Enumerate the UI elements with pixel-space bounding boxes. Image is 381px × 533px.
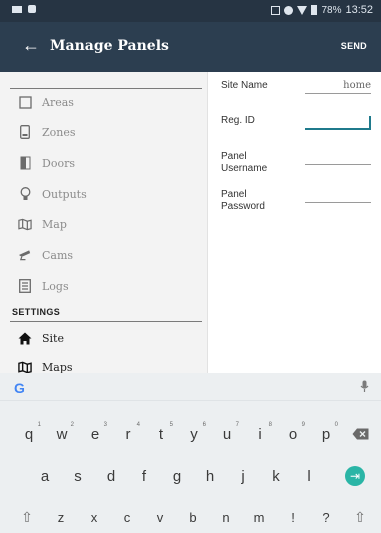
key-z[interactable]: z — [46, 504, 76, 530]
soft-keyboard: G q1 w2 e3 r4 t5 y6 u7 i8 o9 p0 a s d f … — [0, 373, 381, 533]
sidebar-item-label: Logs — [42, 279, 69, 293]
list-icon — [18, 279, 32, 293]
status-bar: 78% 13:52 — [0, 0, 381, 22]
text-cursor — [369, 116, 371, 129]
reg-id-label: Reg. ID — [221, 115, 255, 126]
sidebar-item-logs[interactable]: Logs — [18, 274, 69, 298]
key-v[interactable]: v — [145, 504, 175, 530]
microphone-icon[interactable] — [360, 380, 369, 396]
app-bar: ← Manage Panels SEND — [0, 22, 381, 72]
sidebar-divider-top — [10, 88, 202, 89]
key-a[interactable]: a — [30, 463, 60, 489]
panel-password-label: Panel Password — [221, 189, 265, 212]
wifi-icon — [297, 5, 308, 15]
key-s[interactable]: s — [63, 463, 93, 489]
enter-key[interactable]: ⇥ — [340, 463, 370, 489]
key-e[interactable]: e3 — [80, 421, 110, 447]
site-name-label: Site Name — [221, 80, 268, 91]
android-icon — [28, 5, 36, 13]
shift-key-left[interactable]: ⇧ — [12, 504, 42, 530]
status-left — [12, 5, 36, 13]
shift-icon: ⇧ — [354, 508, 366, 525]
send-button[interactable]: SEND — [341, 41, 367, 51]
page-title: Manage Panels — [50, 38, 169, 54]
video-icon — [12, 5, 22, 13]
key-x[interactable]: x — [79, 504, 109, 530]
map-icon — [18, 217, 32, 231]
sidebar-divider-settings — [10, 321, 202, 322]
sidebar-item-label: Maps — [42, 360, 73, 374]
site-name-underline — [305, 93, 371, 94]
sidebar-item-site[interactable]: Site — [18, 326, 64, 350]
battery-level: 78% — [321, 4, 342, 16]
key-d[interactable]: d — [96, 463, 126, 489]
do-not-disturb-icon — [284, 5, 294, 15]
key-l[interactable]: l — [294, 463, 324, 489]
shift-icon: ⇧ — [21, 508, 33, 525]
panel-password-field[interactable] — [305, 202, 371, 203]
site-name-field[interactable]: home — [343, 80, 371, 91]
settings-section-label: SETTINGS — [12, 307, 61, 317]
camera-icon — [18, 248, 32, 262]
key-m[interactable]: m — [244, 504, 274, 530]
sidebar-item-outputs[interactable]: Outputs — [18, 182, 87, 206]
sidebar-item-label: Map — [42, 217, 67, 231]
key-k[interactable]: k — [261, 463, 291, 489]
sidebar-item-map[interactable]: Map — [18, 212, 67, 236]
key-q[interactable]: q1 — [14, 421, 44, 447]
sidebar-item-doors[interactable]: Doors — [18, 151, 75, 175]
keyboard-toolbar: G — [0, 373, 381, 401]
door-icon — [18, 156, 32, 170]
key-u[interactable]: u7 — [212, 421, 242, 447]
clock: 13:52 — [345, 4, 373, 16]
battery-icon — [311, 5, 318, 15]
key-p[interactable]: p0 — [311, 421, 341, 447]
key-r[interactable]: r4 — [113, 421, 143, 447]
key-c[interactable]: c — [112, 504, 142, 530]
sidebar-item-label: Doors — [42, 156, 75, 170]
sidebar-item-zones[interactable]: Zones — [18, 120, 76, 144]
sidebar-item-label: Zones — [42, 125, 76, 139]
backspace-icon — [352, 428, 368, 440]
screenshot-icon — [271, 5, 281, 15]
sidebar-item-label: Cams — [42, 248, 74, 262]
sidebar-item-label: Areas — [42, 95, 74, 109]
sidebar-item-areas[interactable]: Areas — [18, 90, 74, 114]
sidebar-item-cams[interactable]: Cams — [18, 243, 73, 267]
google-logo[interactable]: G — [14, 380, 25, 396]
key-exclamation[interactable]: ! — [278, 504, 308, 530]
key-j[interactable]: j — [228, 463, 258, 489]
key-b[interactable]: b — [178, 504, 208, 530]
key-w[interactable]: w2 — [47, 421, 77, 447]
site-form: Site Name home Reg. ID Panel Username Pa… — [209, 72, 381, 373]
back-arrow-icon[interactable]: ← — [22, 35, 40, 56]
home-icon — [18, 331, 32, 345]
key-h[interactable]: h — [195, 463, 225, 489]
panel-username-field[interactable] — [305, 164, 371, 165]
key-f[interactable]: f — [129, 463, 159, 489]
status-right: 78% 13:52 — [271, 4, 373, 16]
sidebar: Areas Zones Doors Outputs Map Cams Logs … — [0, 72, 208, 374]
key-o[interactable]: o9 — [278, 421, 308, 447]
key-y[interactable]: y6 — [179, 421, 209, 447]
reg-id-field[interactable] — [305, 128, 371, 130]
key-t[interactable]: t5 — [146, 421, 176, 447]
panel-username-label: Panel Username — [221, 151, 268, 174]
square-outline-icon — [18, 95, 32, 109]
key-i[interactable]: i8 — [245, 421, 275, 447]
sidebar-item-label: Outputs — [42, 187, 87, 201]
map-icon — [18, 360, 32, 374]
key-n[interactable]: n — [211, 504, 241, 530]
key-g[interactable]: g — [162, 463, 192, 489]
lightbulb-icon — [18, 187, 32, 201]
enter-icon: ⇥ — [345, 466, 365, 486]
key-question[interactable]: ? — [311, 504, 341, 530]
shift-key-right[interactable]: ⇧ — [345, 504, 375, 530]
backspace-key[interactable] — [345, 421, 375, 447]
sidebar-item-label: Site — [42, 331, 64, 345]
phone-icon — [18, 125, 32, 139]
